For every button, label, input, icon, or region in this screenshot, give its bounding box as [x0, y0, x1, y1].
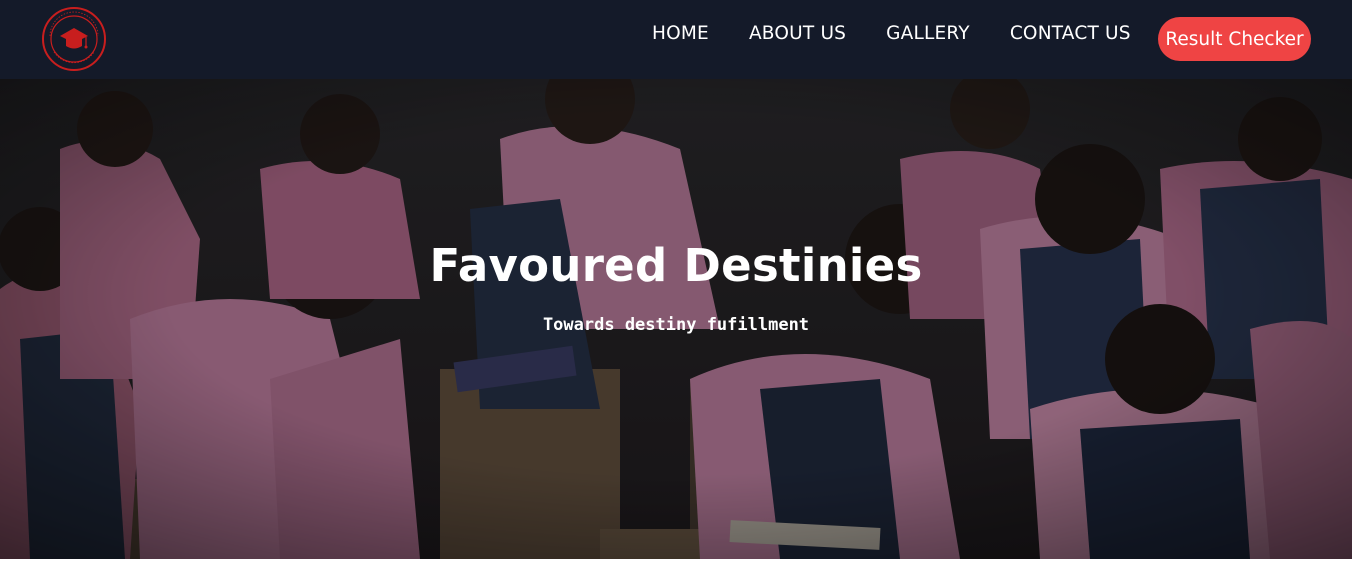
main-nav: HOME ABOUT US GALLERY CONTACT US — [652, 0, 1171, 66]
nav-about-link[interactable]: ABOUT US — [749, 23, 846, 44]
result-checker-button[interactable]: Result Checker — [1158, 17, 1311, 61]
hero-title: Favoured Destinies — [429, 239, 923, 292]
nav-gallery-link[interactable]: GALLERY — [886, 23, 970, 44]
school-logo-icon[interactable] — [40, 6, 108, 72]
navbar: HOME ABOUT US GALLERY CONTACT US Result … — [0, 0, 1352, 79]
nav-contact-link[interactable]: CONTACT US — [1010, 23, 1131, 44]
hero-banner: Favoured Destinies Towards destiny fufil… — [0, 79, 1352, 559]
hero-subtitle: Towards destiny fufillment — [542, 315, 810, 335]
nav-home-link[interactable]: HOME — [652, 23, 709, 44]
crest-icon — [42, 7, 106, 71]
